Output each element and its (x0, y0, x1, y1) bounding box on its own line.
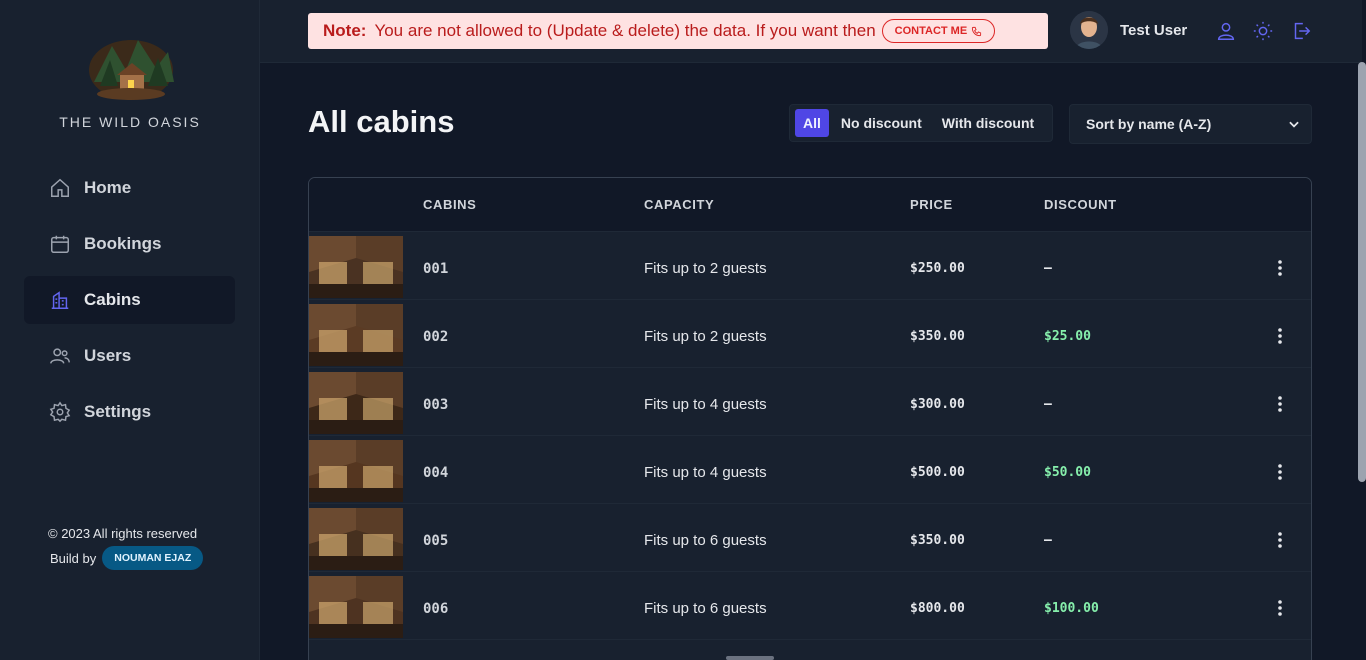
cabin-discount: $25.00 (1044, 329, 1091, 344)
header: Note: You are not allowed to (Update & d… (260, 0, 1362, 63)
phone-icon (972, 26, 982, 36)
column-header-price: PRICE (910, 197, 953, 212)
table-row: 004 Fits up to 4 guests $500.00 $50.00 (309, 436, 1311, 504)
contact-me-button[interactable]: CONTACT ME (881, 19, 996, 43)
sun-icon[interactable] (1252, 20, 1274, 42)
cabin-discount: — (1044, 261, 1052, 276)
cabin-capacity: Fits up to 4 guests (644, 396, 767, 413)
sidebar-item-label: Home (84, 178, 132, 197)
column-header-capacity: CAPACITY (644, 197, 715, 212)
table-row: 006 Fits up to 6 guests $800.00 $100.00 (309, 572, 1311, 640)
cabins-table: CABINS CAPACITY PRICE DISCOUNT 001 Fits u… (308, 177, 1312, 660)
cabin-name: 005 (423, 533, 449, 549)
sort-label: Sort by name (A-Z) (1086, 116, 1212, 132)
cabin-price: $800.00 (910, 601, 965, 616)
cabin-image (309, 576, 403, 638)
built-by: Build by NOUMAN EJAZ (50, 546, 204, 570)
horizontal-scrollbar[interactable] (726, 656, 774, 660)
cabin-capacity: Fits up to 6 guests (644, 600, 767, 617)
filter-with-discount-button[interactable]: With discount (934, 109, 1042, 137)
brand-name: THE WILD OASIS (59, 114, 201, 130)
table-header: CABINS CAPACITY PRICE DISCOUNT (309, 178, 1311, 232)
sidebar-item-label: Settings (84, 402, 152, 421)
note-label: Note: (323, 21, 367, 40)
row-menu-icon[interactable] (1271, 326, 1289, 346)
main-nav: Home Bookings Cabins Users Settings (24, 164, 235, 444)
cabin-image (309, 440, 403, 502)
sidebar-item-cabins[interactable]: Cabins (24, 276, 235, 324)
cabin-image (309, 304, 403, 366)
cabin-price: $500.00 (910, 465, 965, 480)
row-menu-icon[interactable] (1271, 462, 1289, 482)
logo (86, 30, 176, 102)
cabin-capacity: Fits up to 6 guests (644, 532, 767, 549)
account-icon[interactable] (1215, 20, 1237, 42)
column-header-discount: DISCOUNT (1044, 197, 1117, 212)
table-row: 002 Fits up to 2 guests $350.00 $25.00 (309, 300, 1311, 368)
cabin-price: $300.00 (910, 397, 965, 412)
cabin-capacity: Fits up to 2 guests (644, 328, 767, 345)
filter-all-button[interactable]: All (795, 109, 829, 137)
row-menu-icon[interactable] (1271, 258, 1289, 278)
users-icon (48, 344, 72, 368)
cabin-image (309, 372, 403, 434)
cabin-price: $350.00 (910, 329, 965, 344)
table-body: 001 Fits up to 2 guests $250.00 — 002 Fits up… (309, 232, 1311, 640)
sidebar-item-bookings[interactable]: Bookings (24, 220, 235, 268)
contact-label: CONTACT ME (894, 25, 968, 37)
sidebar-item-users[interactable]: Users (24, 332, 235, 380)
vertical-scrollbar[interactable] (1358, 62, 1366, 482)
sidebar: THE WILD OASIS Home Bookings Cabins User… (0, 0, 260, 660)
table-row: 001 Fits up to 2 guests $250.00 — (309, 232, 1311, 300)
avatar (1070, 11, 1108, 49)
row-menu-icon[interactable] (1271, 530, 1289, 550)
cabin-discount: — (1044, 533, 1052, 548)
cabin-discount: $50.00 (1044, 465, 1091, 480)
user-name: Test User (1120, 21, 1188, 39)
column-header-cabins: CABINS (423, 197, 477, 212)
sidebar-item-label: Cabins (84, 290, 141, 309)
cabin-capacity: Fits up to 4 guests (644, 464, 767, 481)
page-title: All cabins (308, 104, 455, 139)
note-banner: Note: You are not allowed to (Update & d… (308, 13, 1048, 49)
building-icon (48, 288, 72, 312)
user-profile[interactable]: Test User (1070, 11, 1187, 49)
row-menu-icon[interactable] (1271, 394, 1289, 414)
discount-filter: All No discount With discount (789, 104, 1053, 142)
filter-no-discount-button[interactable]: No discount (833, 109, 930, 137)
cabin-discount: $100.00 (1044, 601, 1099, 616)
cabin-image (309, 508, 403, 570)
cabin-capacity: Fits up to 2 guests (644, 260, 767, 277)
cabin-price: $250.00 (910, 261, 965, 276)
sidebar-item-home[interactable]: Home (24, 164, 235, 212)
cabin-name: 002 (423, 329, 449, 345)
cabin-price: $350.00 (910, 533, 965, 548)
cabin-discount: — (1044, 397, 1052, 412)
gear-icon (48, 400, 72, 424)
chevron-down-icon (1289, 121, 1299, 128)
cabin-name: 006 (423, 601, 449, 617)
copyright-text: © 2023 All rights reserved (48, 526, 198, 541)
table-row: 003 Fits up to 4 guests $300.00 — (309, 368, 1311, 436)
table-row: 005 Fits up to 6 guests $350.00 — (309, 504, 1311, 572)
logout-icon[interactable] (1290, 20, 1312, 42)
author-badge[interactable]: NOUMAN EJAZ (102, 546, 204, 570)
row-menu-icon[interactable] (1271, 598, 1289, 618)
cabin-name: 001 (423, 261, 449, 277)
note-text: You are not allowed to (Update & delete)… (374, 21, 876, 40)
home-icon (48, 176, 72, 200)
built-by-label: Build by (50, 550, 97, 566)
sidebar-item-label: Bookings (84, 234, 162, 253)
calendar-icon (48, 232, 72, 256)
cabin-name: 004 (423, 465, 449, 481)
cabin-image (309, 236, 403, 298)
sidebar-item-label: Users (84, 346, 132, 365)
sort-select[interactable]: Sort by name (A-Z) (1069, 104, 1312, 144)
sidebar-item-settings[interactable]: Settings (24, 388, 235, 436)
cabin-name: 003 (423, 397, 449, 413)
